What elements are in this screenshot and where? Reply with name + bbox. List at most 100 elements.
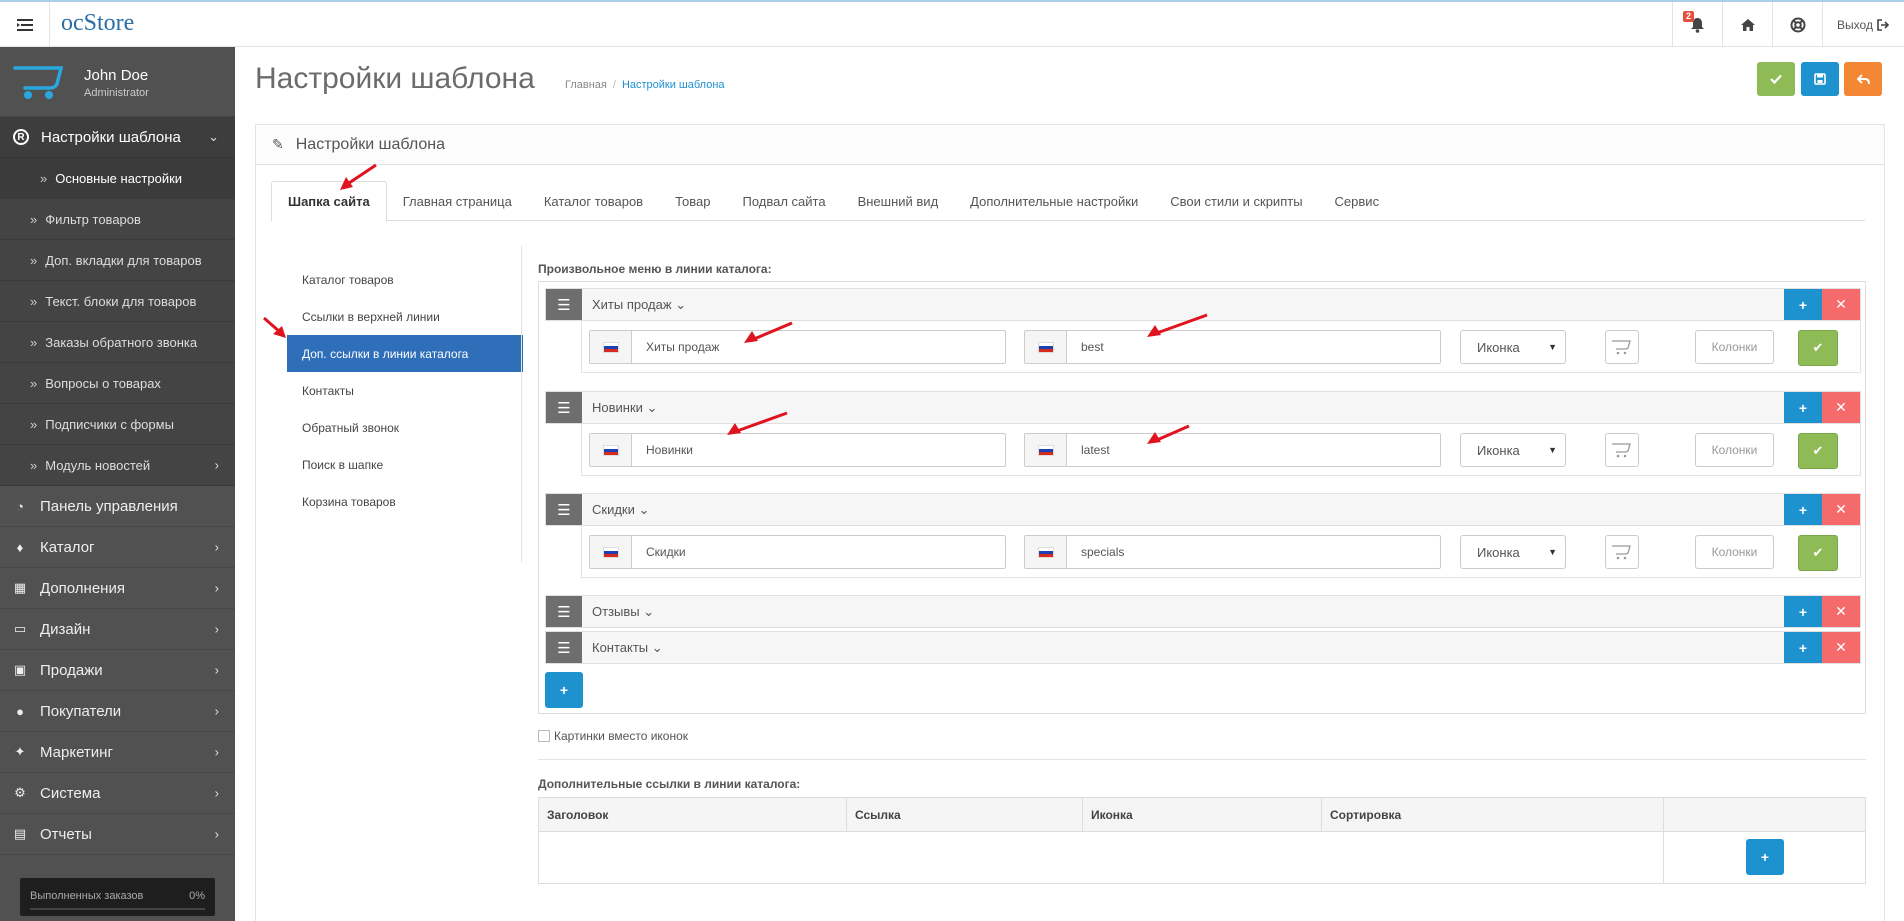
double-chevron-icon: » <box>30 416 38 432</box>
tab-service[interactable]: Сервис <box>1319 181 1396 221</box>
menu-row-title[interactable]: Новинки ⌄ <box>592 400 657 416</box>
sidebar-item-catalog[interactable]: ♦ Каталог › <box>0 527 235 568</box>
breadcrumb-current[interactable]: Настройки шаблона <box>622 79 725 91</box>
russia-flag-icon <box>1025 331 1067 363</box>
add-subitem-button[interactable]: + <box>1784 632 1822 663</box>
sidebar-item-customers[interactable]: ● Покупатели › <box>0 691 235 732</box>
icon-select[interactable]: Иконка ▼ <box>1460 330 1566 364</box>
add-subitem-button[interactable]: + <box>1784 289 1822 320</box>
drag-handle-icon[interactable]: ☰ <box>546 596 582 627</box>
custom-menu-box: ☰ Хиты продаж ⌄ + ✕ Иконка▼ Колонки ✔ ☰ <box>538 281 1866 714</box>
tab-custom-styles[interactable]: Свои стили и скрипты <box>1154 181 1318 221</box>
menu-row-title[interactable]: Контакты ⌄ <box>592 640 663 656</box>
vertical-divider <box>521 245 522 563</box>
sidebar-subitem-extra-tabs[interactable]: » Доп. вкладки для товаров <box>0 240 235 281</box>
sidebar-subitem-form-subscribers[interactable]: » Подписчики с формы <box>0 404 235 445</box>
vnav-header-search[interactable]: Поиск в шапке <box>287 446 523 483</box>
sidebar-item-system[interactable]: ⚙ Система › <box>0 773 235 814</box>
icon-picker-button[interactable] <box>1605 433 1639 467</box>
menu-toggle-icon[interactable] <box>0 2 50 47</box>
columns-input[interactable]: Колонки <box>1695 433 1774 467</box>
name-input[interactable] <box>632 434 1005 466</box>
vnav-catalog-links[interactable]: Доп. ссылки в линии каталога <box>287 335 523 372</box>
checkbox[interactable] <box>538 730 550 742</box>
vnav-callback[interactable]: Обратный звонок <box>287 409 523 446</box>
confirm-button[interactable]: ✔ <box>1798 433 1838 469</box>
drag-handle-icon[interactable]: ☰ <box>546 632 582 663</box>
menu-row-title[interactable]: Скидки ⌄ <box>592 502 649 518</box>
sidebar-subitem-main-settings[interactable]: » Основные настройки <box>0 158 235 199</box>
icon-select[interactable]: Иконка ▼ <box>1460 535 1566 569</box>
tab-product[interactable]: Товар <box>659 181 726 221</box>
columns-input[interactable]: Колонки <box>1695 330 1774 364</box>
delete-item-button[interactable]: ✕ <box>1822 392 1860 423</box>
sidebar-subitem-product-questions[interactable]: » Вопросы о товарах <box>0 363 235 404</box>
link-input[interactable] <box>1067 536 1440 568</box>
vnav-catalog[interactable]: Каталог товаров <box>287 261 523 298</box>
sidebar-item-dashboard[interactable]: ◔ Панель управления <box>0 486 235 527</box>
name-input[interactable] <box>632 331 1005 363</box>
icon-picker-button[interactable] <box>1605 535 1639 569</box>
vnav-top-links[interactable]: Ссылки в верхней линии <box>287 298 523 335</box>
menu-row-title[interactable]: Хиты продаж ⌄ <box>592 297 686 313</box>
add-subitem-button[interactable]: + <box>1784 392 1822 423</box>
sidebar-subitem-text-blocks[interactable]: » Текст. блоки для товаров <box>0 281 235 322</box>
link-input[interactable] <box>1067 331 1440 363</box>
panel-title: Настройки шаблона <box>295 135 445 153</box>
drag-handle-icon[interactable]: ☰ <box>546 494 582 525</box>
add-link-button[interactable]: + <box>1746 839 1784 875</box>
vertical-nav: Каталог товаров Ссылки в верхней линии Д… <box>287 261 523 520</box>
delete-item-button[interactable]: ✕ <box>1822 494 1860 525</box>
breadcrumb-home[interactable]: Главная <box>565 79 607 91</box>
drag-handle-icon[interactable]: ☰ <box>546 289 582 320</box>
icon-select[interactable]: Иконка ▼ <box>1460 433 1566 467</box>
images-instead-icons-checkbox[interactable]: Картинки вместо иконок <box>538 729 688 743</box>
delete-item-button[interactable]: ✕ <box>1822 596 1860 627</box>
sidebar-item-reports[interactable]: ▤ Отчеты › <box>0 814 235 855</box>
sidebar-subitem-product-filter[interactable]: » Фильтр товаров <box>0 199 235 240</box>
confirm-button[interactable]: ✔ <box>1798 535 1838 571</box>
name-input[interactable] <box>632 536 1005 568</box>
vnav-contacts[interactable]: Контакты <box>287 372 523 409</box>
gear-icon: ⚙ <box>14 785 26 800</box>
sidebar-item-extensions[interactable]: ▦ Дополнения › <box>0 568 235 609</box>
logo[interactable]: ocStore <box>61 10 134 37</box>
delete-item-button[interactable]: ✕ <box>1822 289 1860 320</box>
add-subitem-button[interactable]: + <box>1784 494 1822 525</box>
tab-appearance[interactable]: Внешний вид <box>842 181 955 221</box>
save-button[interactable] <box>1801 62 1839 96</box>
columns-input[interactable]: Колонки <box>1695 535 1774 569</box>
sidebar-subitem-news-module[interactable]: » Модуль новостей › <box>0 445 235 486</box>
back-button[interactable] <box>1844 62 1882 96</box>
annotation-arrow-icon <box>744 321 793 343</box>
drag-handle-icon[interactable]: ☰ <box>546 392 582 423</box>
add-menu-item-button[interactable]: + <box>545 672 583 708</box>
sidebar-item-design[interactable]: ▭ Дизайн › <box>0 609 235 650</box>
add-subitem-button[interactable]: + <box>1784 596 1822 627</box>
delete-item-button[interactable]: ✕ <box>1822 632 1860 663</box>
home-button[interactable] <box>1722 2 1772 47</box>
sidebar-item-label: Система <box>40 784 101 802</box>
double-chevron-icon: » <box>30 457 38 473</box>
sidebar-item-template-settings[interactable]: R Настройки шаблона ⌄ <box>0 117 235 158</box>
vnav-cart[interactable]: Корзина товаров <box>287 483 523 520</box>
sidebar-item-sales[interactable]: ▣ Продажи › <box>0 650 235 691</box>
link-input[interactable] <box>1067 434 1440 466</box>
confirm-button[interactable]: ✔ <box>1798 330 1838 366</box>
sidebar-item-marketing[interactable]: ✦ Маркетинг › <box>0 732 235 773</box>
tab-home-page[interactable]: Главная страница <box>387 181 528 221</box>
icon-picker-button[interactable] <box>1605 330 1639 364</box>
sidebar-subitem-label: Фильтр товаров <box>45 211 141 227</box>
sidebar-subitem-callback-orders[interactable]: » Заказы обратного звонка <box>0 322 235 363</box>
floppy-icon <box>1814 73 1826 85</box>
menu-row-title[interactable]: Отзывы ⌄ <box>592 604 654 620</box>
user-profile[interactable]: John Doe Administrator <box>0 47 235 117</box>
tab-additional[interactable]: Дополнительные настройки <box>954 181 1154 221</box>
help-button[interactable] <box>1772 2 1822 47</box>
check-icon <box>1770 74 1782 84</box>
logout-button[interactable]: Выход <box>1822 2 1904 47</box>
tab-footer[interactable]: Подвал сайта <box>726 181 841 221</box>
notifications-button[interactable]: 2 <box>1672 2 1722 47</box>
tab-catalog[interactable]: Каталог товаров <box>528 181 659 221</box>
save-stay-button[interactable] <box>1757 62 1795 96</box>
